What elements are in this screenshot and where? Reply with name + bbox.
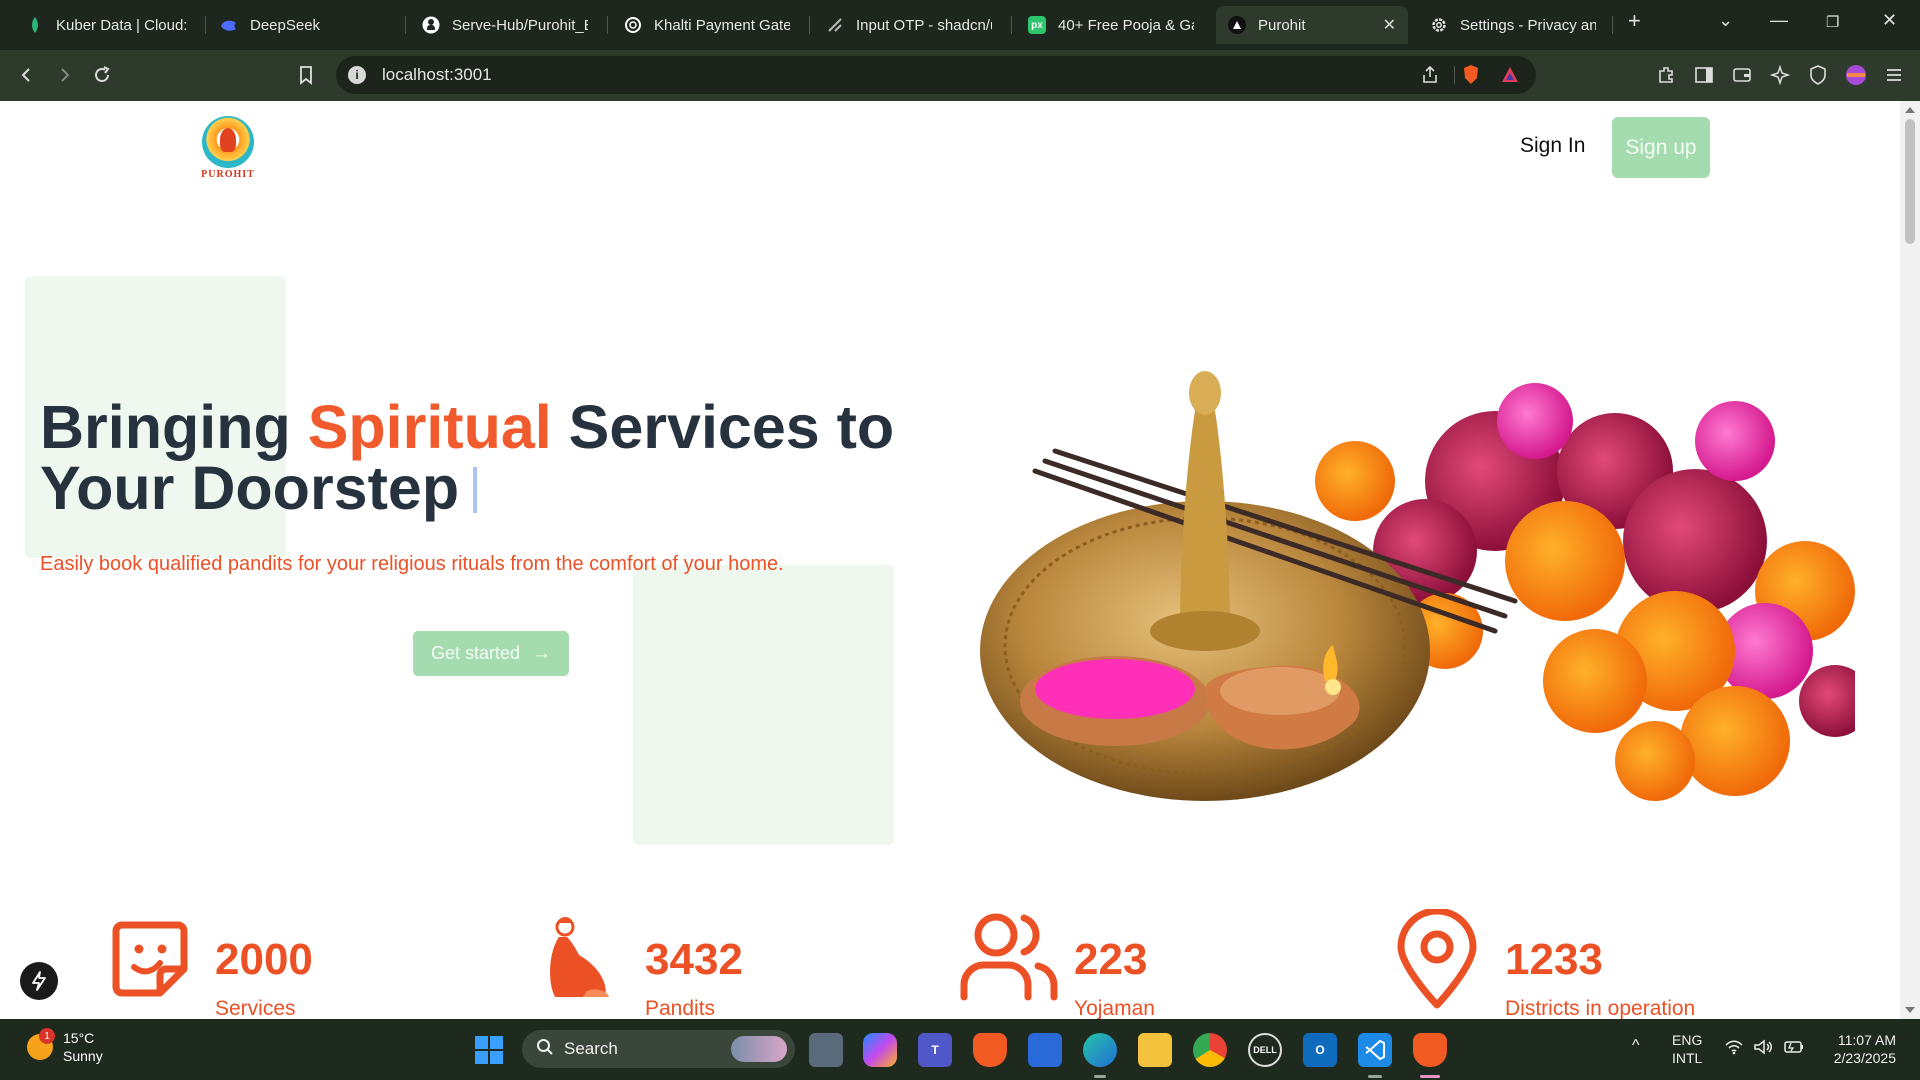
hero-title: Bringing Spiritual Services to Your Door… bbox=[40, 393, 895, 522]
wallet-icon[interactable] bbox=[1730, 63, 1754, 87]
brave-rewards-icon[interactable] bbox=[1500, 65, 1520, 90]
new-tab-icon[interactable]: + bbox=[1628, 8, 1641, 34]
sun-icon: 1 bbox=[27, 1028, 55, 1060]
arrow-right-icon: → bbox=[532, 642, 552, 664]
outlook-icon[interactable]: O bbox=[1303, 1033, 1337, 1067]
tab-purohit-active[interactable]: Purohit ✕ bbox=[1216, 6, 1408, 44]
show-hidden-icons-chevron-icon[interactable]: ^ bbox=[1632, 1037, 1640, 1055]
brave-shields-icon[interactable] bbox=[1462, 64, 1480, 91]
search-icon bbox=[536, 1038, 554, 1061]
stat-pandits: 3432 Pandits bbox=[545, 917, 845, 1019]
pooja-thali-image bbox=[980, 371, 1855, 801]
users-icon bbox=[958, 913, 1058, 1006]
openai-icon bbox=[624, 16, 642, 34]
vscode-icon[interactable] bbox=[1358, 1033, 1392, 1067]
microsoft-store-icon[interactable] bbox=[1028, 1033, 1062, 1067]
tab-pixabay[interactable]: px 40+ Free Pooja & Ga bbox=[1016, 6, 1206, 44]
task-view-icon[interactable] bbox=[809, 1033, 843, 1067]
deepseek-whale-icon bbox=[220, 16, 238, 34]
lightning-icon bbox=[32, 971, 46, 991]
shadcn-icon bbox=[826, 16, 844, 34]
teams-icon[interactable]: T bbox=[918, 1033, 952, 1067]
site-info-icon[interactable]: i bbox=[348, 66, 366, 84]
dell-icon[interactable]: DELL bbox=[1248, 1033, 1282, 1067]
typing-caret bbox=[473, 467, 478, 513]
stat-services: 2000 Services bbox=[110, 919, 410, 1019]
back-icon[interactable] bbox=[15, 63, 39, 87]
hero-subtitle: Easily book qualified pandits for your r… bbox=[40, 553, 784, 575]
forward-icon[interactable] bbox=[52, 63, 76, 87]
scroll-down-icon[interactable] bbox=[1905, 1007, 1915, 1013]
vpn-icon[interactable] bbox=[1806, 63, 1830, 87]
brave-icon[interactable] bbox=[973, 1033, 1007, 1067]
weather-temperature: 15°C bbox=[63, 1030, 95, 1046]
sign-up-button[interactable]: Sign up bbox=[1612, 117, 1710, 178]
stat-districts: 1233 Districts in operation bbox=[1395, 907, 1715, 1019]
reload-icon[interactable] bbox=[90, 63, 114, 87]
profile-avatar-icon[interactable] bbox=[1844, 63, 1868, 87]
clock[interactable]: 11:07 AM 2/23/2025 bbox=[1822, 1031, 1896, 1067]
tab-deepseek[interactable]: DeepSeek bbox=[208, 6, 398, 44]
tab-github-purohit[interactable]: Serve-Hub/Purohit_B bbox=[410, 6, 600, 44]
get-started-button[interactable]: Get started → bbox=[413, 631, 569, 676]
gear-icon bbox=[1430, 16, 1448, 34]
windows-start-icon[interactable] bbox=[472, 1033, 506, 1067]
file-explorer-icon[interactable] bbox=[1138, 1033, 1172, 1067]
pandit-figure-icon bbox=[545, 917, 615, 1006]
notification-badge: 1 bbox=[39, 1028, 55, 1044]
scrollbar-thumb[interactable] bbox=[1905, 119, 1915, 244]
leo-ai-icon[interactable] bbox=[1768, 63, 1792, 87]
page-scrollbar[interactable] bbox=[1900, 101, 1920, 1019]
map-pin-icon bbox=[1395, 907, 1479, 1014]
lightning-devtools-button[interactable] bbox=[20, 962, 58, 1000]
scroll-up-icon[interactable] bbox=[1905, 107, 1915, 113]
windows-taskbar: 1 15°C Sunny Search T DELL O ^ ENG INTL bbox=[0, 1019, 1920, 1080]
sidebar-icon[interactable] bbox=[1692, 63, 1716, 87]
edge-icon[interactable] bbox=[1083, 1033, 1117, 1067]
close-window-icon[interactable]: ✕ bbox=[1882, 10, 1897, 31]
menu-icon[interactable] bbox=[1882, 63, 1906, 87]
taskbar-search[interactable]: Search bbox=[522, 1030, 795, 1068]
tab-shadcn-otp[interactable]: Input OTP - shadcn/u bbox=[814, 6, 1004, 44]
bookmark-icon[interactable] bbox=[294, 63, 318, 87]
triangle-icon bbox=[1228, 16, 1246, 34]
search-highlight-image bbox=[731, 1036, 787, 1062]
github-icon bbox=[422, 16, 440, 34]
purohit-emblem-icon bbox=[202, 116, 254, 168]
kuber-leaf-icon bbox=[26, 16, 44, 34]
battery-icon[interactable] bbox=[1782, 1039, 1804, 1059]
wifi-icon[interactable] bbox=[1724, 1039, 1744, 1059]
tab-search-chevron-icon[interactable]: ⌄ bbox=[1718, 10, 1733, 31]
tab-settings[interactable]: Settings - Privacy and bbox=[1418, 6, 1608, 44]
pixabay-icon: px bbox=[1028, 16, 1046, 34]
minimize-icon[interactable]: — bbox=[1770, 10, 1788, 31]
extensions-icon[interactable] bbox=[1654, 63, 1678, 87]
tab-kuber-data[interactable]: Kuber Data | Cloud: M bbox=[14, 6, 204, 44]
close-tab-icon[interactable]: ✕ bbox=[1373, 15, 1396, 35]
weather-widget[interactable]: 1 15°C Sunny bbox=[27, 1028, 103, 1065]
volume-icon[interactable] bbox=[1753, 1039, 1773, 1059]
browser-toolbar: i localhost:3001 bbox=[0, 50, 1920, 101]
browser-tab-bar: Kuber Data | Cloud: M DeepSeek Serve-Hub… bbox=[0, 0, 1920, 50]
purohit-landing-page: PUROHIT Sign In Sign up Bringing Spiritu… bbox=[0, 101, 1900, 1019]
hero-title-accent: Spiritual bbox=[307, 393, 552, 461]
weather-description: Sunny bbox=[63, 1048, 103, 1064]
tab-khalti[interactable]: Khalti Payment Gatew bbox=[612, 6, 802, 44]
share-icon[interactable] bbox=[1420, 65, 1440, 90]
stat-yojaman: 223 Yojaman bbox=[958, 913, 1258, 1019]
brave-nightly-icon[interactable] bbox=[1413, 1033, 1447, 1067]
chrome-icon[interactable] bbox=[1193, 1033, 1227, 1067]
copilot-icon[interactable] bbox=[863, 1033, 897, 1067]
sticker-smile-icon bbox=[110, 919, 190, 1004]
address-bar[interactable]: i localhost:3001 bbox=[336, 56, 1536, 94]
restore-icon[interactable]: ❐ bbox=[1826, 13, 1839, 31]
decorative-block-bottom bbox=[633, 565, 894, 845]
language-indicator[interactable]: ENG INTL bbox=[1672, 1031, 1702, 1067]
url-text: localhost:3001 bbox=[382, 65, 492, 84]
purohit-logo[interactable]: PUROHIT bbox=[197, 116, 259, 180]
sign-in-link[interactable]: Sign In bbox=[1520, 123, 1585, 169]
